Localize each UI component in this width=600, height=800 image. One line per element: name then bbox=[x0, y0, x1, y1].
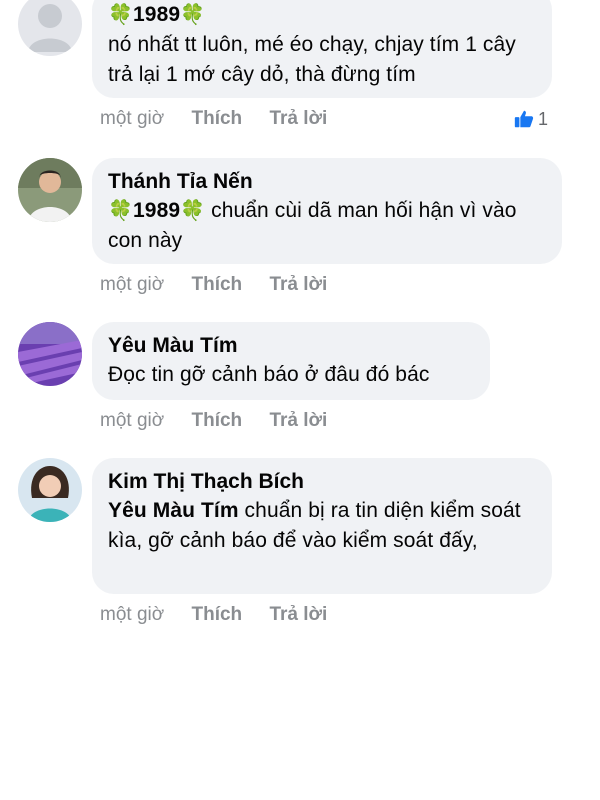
comment-author[interactable]: Kim Thị Thạch Bích bbox=[108, 468, 536, 496]
clover-icon: 🍀 bbox=[108, 4, 134, 26]
comment-bubble: 🍀1989🍀 nó nhất tt luôn, mé éo chạy, chja… bbox=[92, 0, 552, 98]
user-photo-icon bbox=[18, 458, 82, 522]
like-button[interactable]: Thích bbox=[191, 274, 242, 295]
comment-actions: một giờ Thích Trả lời bbox=[100, 410, 349, 432]
avatar-default[interactable] bbox=[18, 0, 82, 56]
timestamp[interactable]: một giờ bbox=[100, 410, 164, 431]
default-user-icon bbox=[28, 4, 72, 52]
reply-button[interactable]: Trả lời bbox=[269, 108, 327, 129]
avatar-yeu-mau-tim[interactable] bbox=[18, 322, 82, 386]
thumbs-up-icon bbox=[514, 110, 534, 128]
reply-button[interactable]: Trả lời bbox=[269, 410, 327, 431]
comment-bubble: Kim Thị Thạch Bích Yêu Màu Tím chuẩn bị … bbox=[92, 458, 552, 594]
comment-author[interactable]: Yêu Màu Tím bbox=[108, 332, 474, 360]
comment-author[interactable]: Thánh Tỉa Nến bbox=[108, 168, 546, 196]
clover-icon: 🍀 bbox=[108, 200, 134, 222]
comment-text: Đọc tin gỡ cảnh báo ở đâu đó bác bbox=[108, 363, 430, 386]
comment-bubble: Thánh Tỉa Nến 🍀1989🍀 chuẩn cùi dã man hố… bbox=[92, 158, 562, 264]
avatar-thanh-tia-nen[interactable] bbox=[18, 158, 82, 222]
reaction-number: 1 bbox=[537, 108, 548, 129]
lavender-photo-icon bbox=[18, 322, 82, 386]
comment-text: 🍀1989🍀 chuẩn cùi dã man hối hận vì vào c… bbox=[108, 199, 517, 252]
clover-icon: 🍀 bbox=[180, 4, 206, 26]
author-badge[interactable]: 🍀1989🍀 bbox=[108, 3, 205, 26]
comment-bubble: Yêu Màu Tím Đọc tin gỡ cảnh báo ở đâu đó… bbox=[92, 322, 490, 400]
mention-link[interactable]: Yêu Màu Tím bbox=[108, 499, 239, 522]
mention-link[interactable]: 🍀1989🍀 bbox=[108, 199, 205, 222]
comment-text: Yêu Màu Tím chuẩn bị ra tin diện kiểm so… bbox=[108, 499, 521, 552]
timestamp[interactable]: một giờ bbox=[100, 604, 164, 625]
clover-icon: 🍀 bbox=[180, 200, 206, 222]
user-photo-icon bbox=[18, 158, 82, 222]
comment-actions: một giờ Thích Trả lời bbox=[100, 274, 349, 296]
timestamp[interactable]: một giờ bbox=[100, 274, 164, 295]
comment-actions: một giờ Thích Trả lời bbox=[100, 108, 349, 130]
avatar-kim-thi-thach-bich[interactable] bbox=[18, 458, 82, 522]
timestamp[interactable]: một giờ bbox=[100, 108, 164, 129]
reply-button[interactable]: Trả lời bbox=[269, 604, 327, 625]
like-button[interactable]: Thích bbox=[191, 410, 242, 431]
comment-text: 🍀1989🍀 nó nhất tt luôn, mé éo chạy, chja… bbox=[108, 3, 516, 86]
like-button[interactable]: Thích bbox=[191, 604, 242, 625]
like-button[interactable]: Thích bbox=[191, 108, 242, 129]
comment-actions: một giờ Thích Trả lời bbox=[100, 604, 349, 626]
reaction-count[interactable]: 1 bbox=[513, 108, 548, 130]
reply-button[interactable]: Trả lời bbox=[269, 274, 327, 295]
